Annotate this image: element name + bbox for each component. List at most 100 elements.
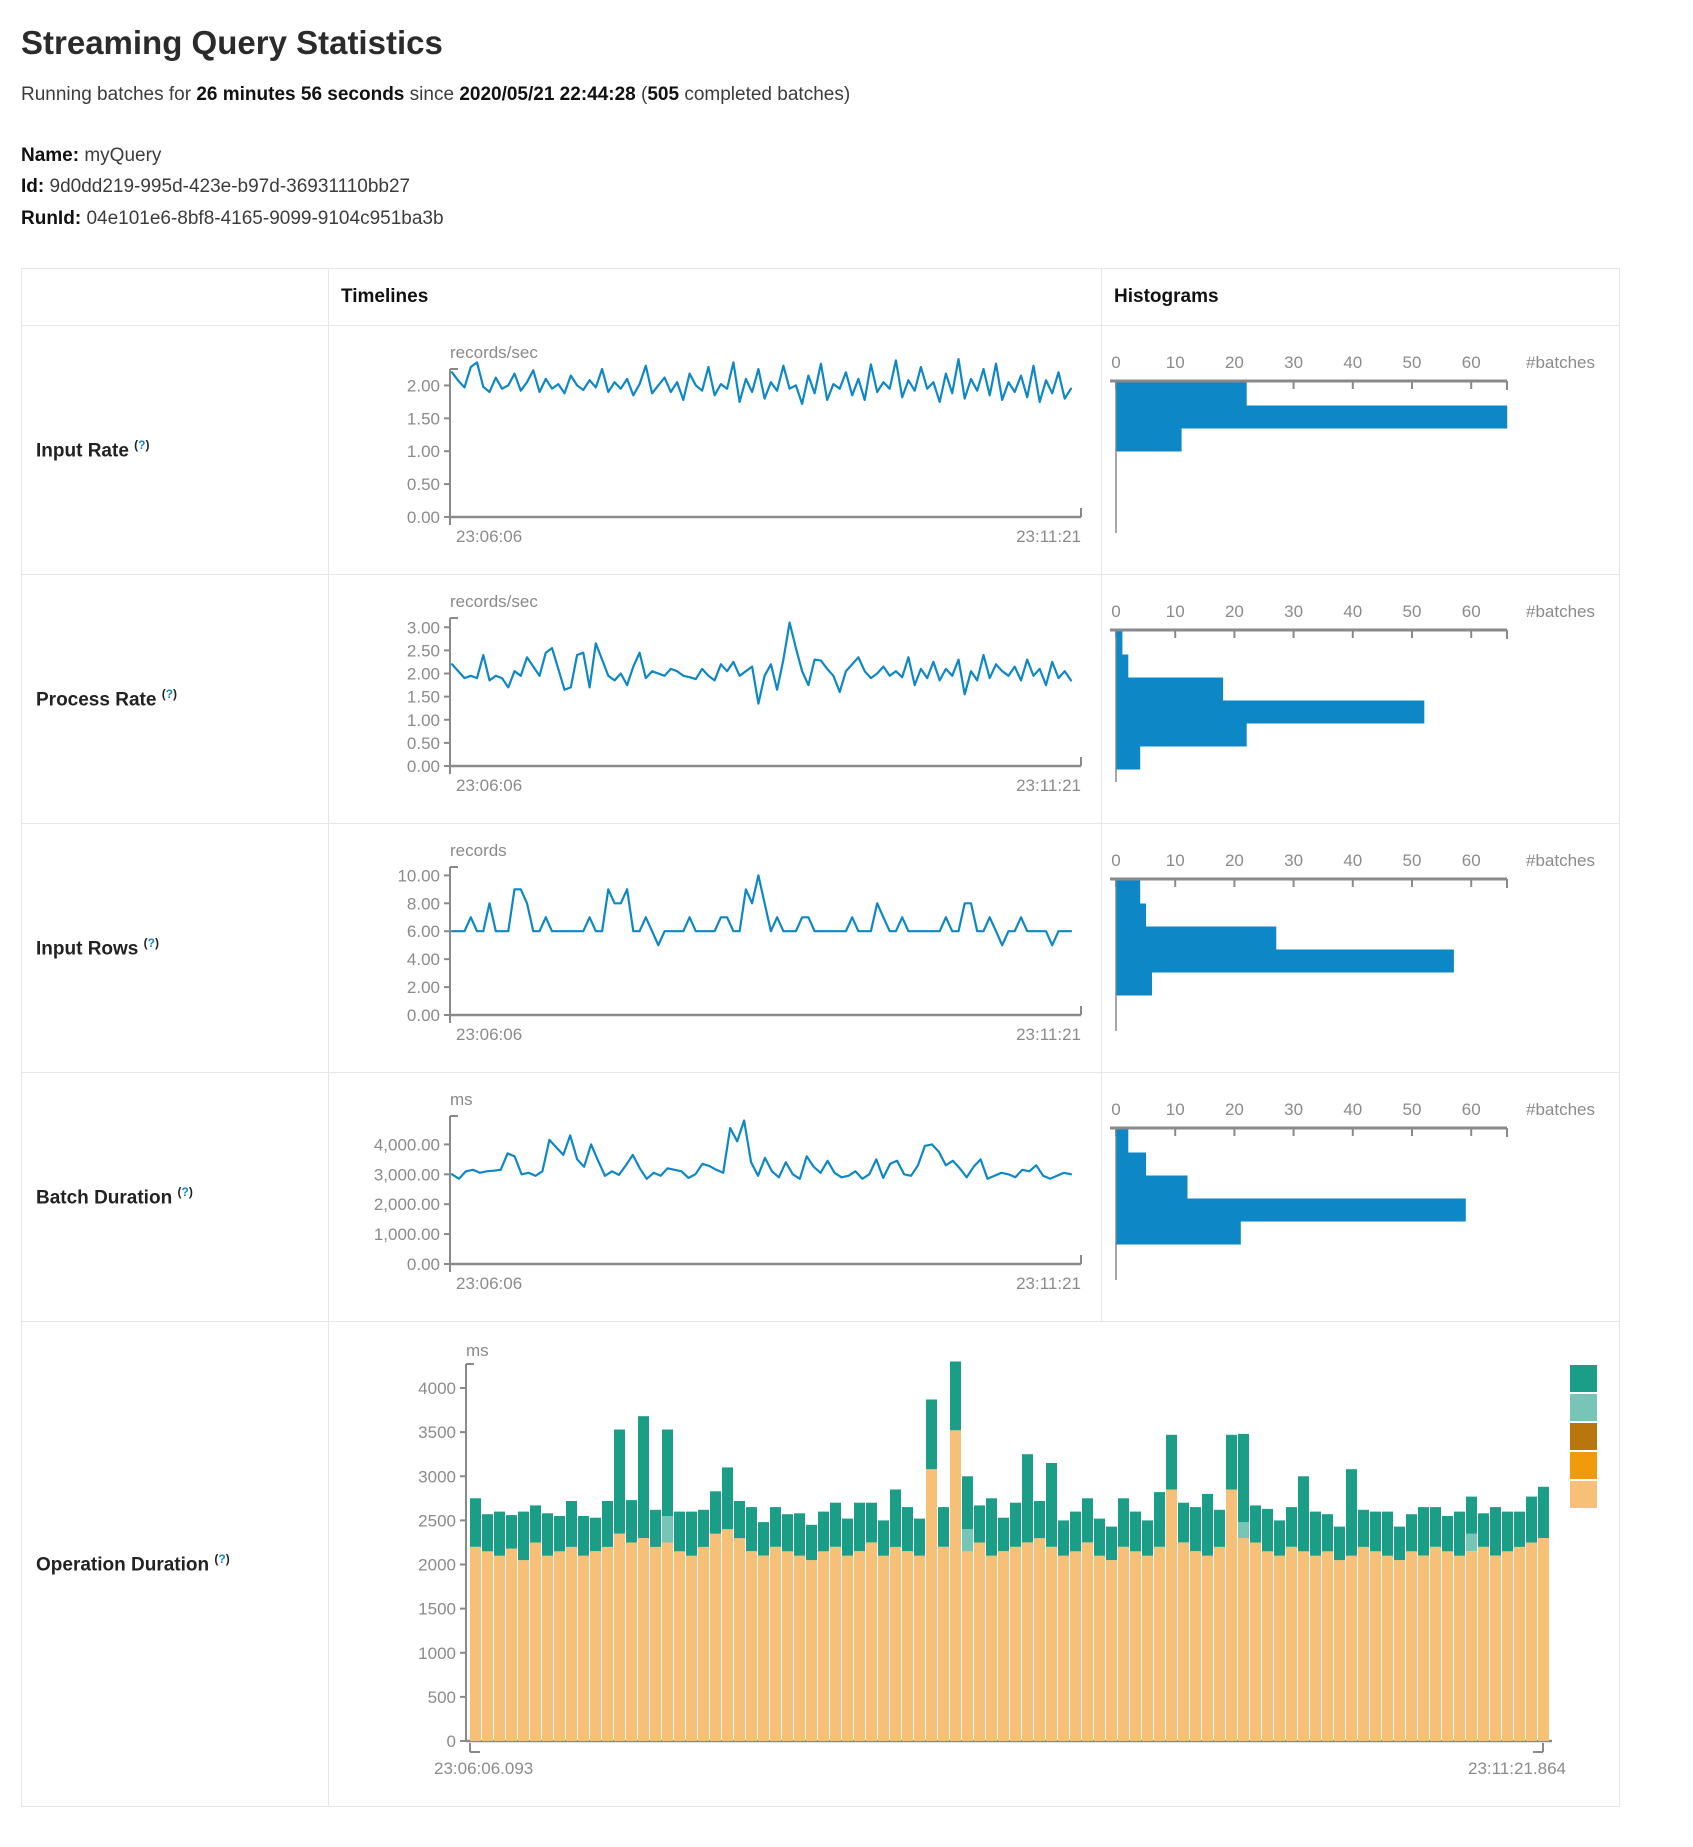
svg-text:50: 50 bbox=[1403, 1100, 1422, 1119]
process-rate-histogram-chart: 0102030405060#batches bbox=[1102, 575, 1620, 824]
timeline-svg: ms0.001,000.002,000.003,000.004,000.0023… bbox=[329, 1073, 1087, 1321]
help-link-input-rate[interactable]: ? bbox=[138, 438, 145, 452]
svg-text:2.50: 2.50 bbox=[407, 641, 440, 660]
svg-text:50: 50 bbox=[1403, 851, 1422, 870]
svg-text:0.50: 0.50 bbox=[407, 475, 440, 494]
help-link-operation-duration[interactable]: ? bbox=[218, 1552, 225, 1566]
batch-duration-timeline-chart: ms0.001,000.002,000.003,000.004,000.0023… bbox=[329, 1073, 1102, 1322]
legend-swatch bbox=[1570, 1365, 1597, 1392]
help-badge: (?) bbox=[144, 936, 159, 950]
svg-text:2500: 2500 bbox=[418, 1511, 456, 1530]
svg-text:6.00: 6.00 bbox=[407, 922, 440, 941]
query-name-line: Name: myQuery bbox=[21, 140, 1693, 171]
completed-batches-count: 505 bbox=[647, 84, 679, 105]
svg-text:23:11:21: 23:11:21 bbox=[1016, 1025, 1081, 1044]
svg-text:50: 50 bbox=[1403, 353, 1422, 372]
row-label-batch-duration: Batch Duration (?) bbox=[22, 1073, 329, 1322]
header-empty-cell bbox=[22, 269, 329, 326]
svg-text:2.00: 2.00 bbox=[407, 978, 440, 997]
histogram-svg: 0102030405060#batches bbox=[1102, 575, 1614, 823]
svg-text:2,000.00: 2,000.00 bbox=[374, 1195, 440, 1214]
svg-text:23:11:21: 23:11:21 bbox=[1016, 776, 1081, 795]
svg-text:0: 0 bbox=[1111, 602, 1120, 621]
row-label-process-rate: Process Rate (?) bbox=[22, 575, 329, 824]
svg-text:500: 500 bbox=[428, 1688, 456, 1707]
svg-text:0.00: 0.00 bbox=[407, 757, 440, 776]
svg-text:30: 30 bbox=[1284, 353, 1303, 372]
svg-text:#batches: #batches bbox=[1526, 851, 1595, 870]
svg-text:30: 30 bbox=[1284, 851, 1303, 870]
row-batch-duration: Batch Duration (?) ms0.001,000.002,000.0… bbox=[22, 1073, 1620, 1322]
input-rate-timeline-chart: records/sec0.000.501.001.502.0023:06:062… bbox=[329, 326, 1102, 575]
svg-text:1.50: 1.50 bbox=[407, 688, 440, 707]
svg-text:40: 40 bbox=[1343, 851, 1362, 870]
process-rate-timeline-chart: records/sec0.000.501.001.502.002.503.002… bbox=[329, 575, 1102, 824]
svg-text:3.00: 3.00 bbox=[407, 618, 440, 637]
svg-text:60: 60 bbox=[1462, 353, 1481, 372]
query-runid-value: 04e101e6-8bf8-4165-9099-9104c951ba3b bbox=[86, 208, 443, 229]
page: Streaming Query Statistics Running batch… bbox=[0, 0, 1693, 1847]
header-histograms: Histograms bbox=[1102, 269, 1620, 326]
row-label-input-rate: Input Rate (?) bbox=[22, 326, 329, 575]
legend-swatch bbox=[1570, 1423, 1597, 1450]
svg-text:records/sec: records/sec bbox=[450, 343, 538, 362]
histogram-svg: 0102030405060#batches bbox=[1102, 326, 1614, 574]
svg-text:ms: ms bbox=[466, 1341, 489, 1360]
query-id-value: 9d0dd219-995d-423e-b97d-36931110bb27 bbox=[50, 176, 411, 197]
svg-text:30: 30 bbox=[1284, 602, 1303, 621]
svg-text:23:06:06: 23:06:06 bbox=[456, 1274, 522, 1293]
row-process-rate: Process Rate (?) records/sec0.000.501.00… bbox=[22, 575, 1620, 824]
svg-text:1,000.00: 1,000.00 bbox=[374, 1225, 440, 1244]
svg-text:0.00: 0.00 bbox=[407, 1255, 440, 1274]
svg-text:23:06:06: 23:06:06 bbox=[456, 527, 522, 546]
svg-text:20: 20 bbox=[1225, 353, 1244, 372]
svg-text:23:11:21: 23:11:21 bbox=[1016, 1274, 1081, 1293]
svg-text:23:06:06: 23:06:06 bbox=[456, 1025, 522, 1044]
svg-text:3000: 3000 bbox=[418, 1467, 456, 1486]
help-badge: (?) bbox=[162, 687, 177, 701]
help-badge: (?) bbox=[177, 1185, 192, 1199]
svg-text:1.00: 1.00 bbox=[407, 711, 440, 730]
svg-text:20: 20 bbox=[1225, 851, 1244, 870]
svg-text:2.00: 2.00 bbox=[407, 665, 440, 684]
help-link-process-rate[interactable]: ? bbox=[166, 687, 173, 701]
help-link-batch-duration[interactable]: ? bbox=[181, 1185, 188, 1199]
svg-text:0: 0 bbox=[1111, 1100, 1120, 1119]
svg-text:records/sec: records/sec bbox=[450, 592, 538, 611]
running-summary: Running batches for 26 minutes 56 second… bbox=[21, 84, 1693, 106]
svg-text:8.00: 8.00 bbox=[407, 894, 440, 913]
operation-duration-chart: ms0500100015002000250030003500400023:06:… bbox=[329, 1322, 1620, 1807]
start-time: 2020/05/21 22:44:28 bbox=[459, 84, 635, 105]
svg-text:10.00: 10.00 bbox=[397, 866, 440, 885]
legend-swatch bbox=[1570, 1452, 1597, 1479]
row-label-operation-duration: Operation Duration (?) bbox=[22, 1322, 329, 1807]
query-id-line: Id: 9d0dd219-995d-423e-b97d-36931110bb27 bbox=[21, 171, 1693, 202]
legend-swatch bbox=[1570, 1394, 1597, 1421]
svg-text:23:11:21: 23:11:21 bbox=[1016, 527, 1081, 546]
input-rows-histogram-chart: 0102030405060#batches bbox=[1102, 824, 1620, 1073]
svg-text:1.00: 1.00 bbox=[407, 442, 440, 461]
svg-text:2000: 2000 bbox=[418, 1556, 456, 1575]
svg-text:4,000.00: 4,000.00 bbox=[374, 1135, 440, 1154]
query-meta: Name: myQuery Id: 9d0dd219-995d-423e-b97… bbox=[21, 140, 1693, 234]
svg-text:0.00: 0.00 bbox=[407, 1006, 440, 1025]
help-link-input-rows[interactable]: ? bbox=[148, 936, 155, 950]
stats-table: Timelines Histograms Input Rate (?) reco… bbox=[21, 268, 1620, 1807]
header-timelines: Timelines bbox=[329, 269, 1102, 326]
svg-text:60: 60 bbox=[1462, 602, 1481, 621]
row-input-rows: Input Rows (?) records0.002.004.006.008.… bbox=[22, 824, 1620, 1073]
svg-text:1500: 1500 bbox=[418, 1600, 456, 1619]
timeline-svg: records0.002.004.006.008.0010.0023:06:06… bbox=[329, 824, 1087, 1072]
input-rate-histogram-chart: 0102030405060#batches bbox=[1102, 326, 1620, 575]
svg-text:60: 60 bbox=[1462, 851, 1481, 870]
legend-swatch bbox=[1570, 1481, 1597, 1508]
histogram-svg: 0102030405060#batches bbox=[1102, 1073, 1614, 1321]
svg-text:23:06:06: 23:06:06 bbox=[456, 776, 522, 795]
svg-text:10: 10 bbox=[1166, 851, 1185, 870]
svg-text:10: 10 bbox=[1166, 353, 1185, 372]
svg-text:#batches: #batches bbox=[1526, 602, 1595, 621]
timeline-svg: records/sec0.000.501.001.502.0023:06:062… bbox=[329, 326, 1087, 574]
help-badge: (?) bbox=[134, 438, 149, 452]
svg-text:23:06:06.093: 23:06:06.093 bbox=[434, 1759, 533, 1778]
query-name-value: myQuery bbox=[84, 145, 161, 166]
